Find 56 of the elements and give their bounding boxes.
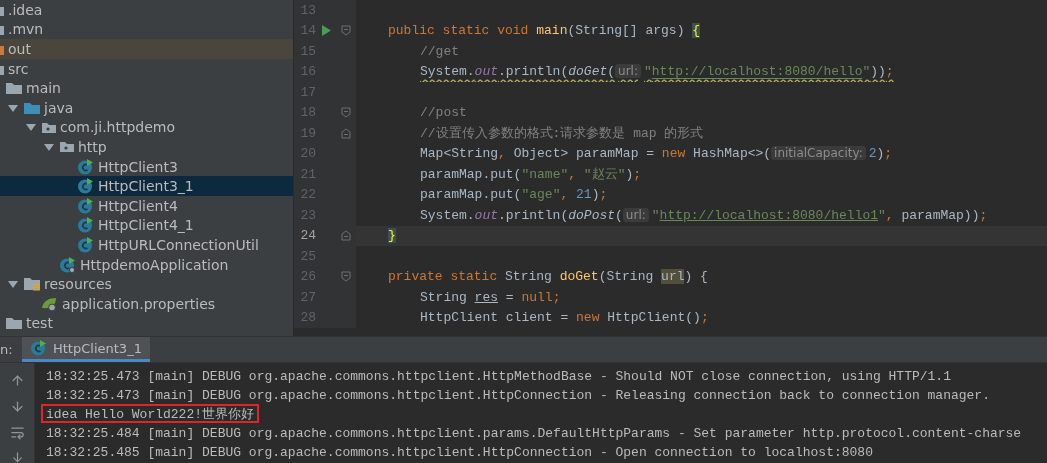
tree-item[interactable]: resources xyxy=(0,274,293,294)
class-icon xyxy=(77,217,95,234)
code-line: //post xyxy=(419,105,467,121)
package-icon xyxy=(59,140,75,154)
tree-item[interactable]: com.ji.httpdemo xyxy=(0,117,293,138)
folder-icon xyxy=(5,81,23,96)
tree-item[interactable]: HttpClient4 xyxy=(0,195,293,216)
console-line: 18:32:25.473 [main] DEBUG org.apache.commons.httpclient.HttpMethodBase - Should NOT close connection, using HTTP/1.1 xyxy=(45,368,952,385)
line-number: 24 xyxy=(299,228,316,244)
tree-item[interactable]: HttpdemoApplication xyxy=(0,254,293,275)
tree-item[interactable]: java xyxy=(0,97,293,118)
code-line: paramMap.put("name", "赵云"); xyxy=(419,166,642,184)
tree-item[interactable]: http xyxy=(0,137,293,157)
package-icon xyxy=(41,120,57,134)
code-line: private static String doGet(String url) { xyxy=(387,269,708,285)
class-icon xyxy=(77,236,95,253)
fold-icon[interactable] xyxy=(341,230,351,242)
code-line: String res = null; xyxy=(419,289,561,305)
tree-item[interactable]: out xyxy=(0,39,293,59)
class-icon xyxy=(77,178,95,195)
tree-item[interactable]: HttpClient4_1 xyxy=(0,215,293,236)
properties-icon xyxy=(41,295,59,312)
class-icon xyxy=(77,197,95,214)
tree-item[interactable]: .idea xyxy=(0,0,293,20)
class-icon xyxy=(30,340,48,356)
class-icon xyxy=(59,256,77,273)
console-line: 18:32:25.473 [main] DEBUG org.apache.commons.httpclient.HttpConnection - Releasing connection back to connection manager. xyxy=(45,387,991,404)
fold-icon[interactable] xyxy=(341,107,351,119)
folder-icon xyxy=(5,316,23,331)
code-line: //设置传入参数的格式:请求参数是 map 的形式 xyxy=(419,125,704,143)
code-line: System.out.println(doPost( url: "http://localhost:8080/hello1", paramMap)); xyxy=(419,207,988,223)
console-line: 18:32:25.485 [main] DEBUG org.apache.commons.httpclient.HttpConnection - Open connection to localhost:8080 xyxy=(45,444,874,461)
fold-icon[interactable] xyxy=(341,127,351,139)
code-line: System.out.println(doGet( url: "http://localhost:8080/hello")); xyxy=(419,64,894,80)
tree-item[interactable]: HttpURLConnectionUtil xyxy=(0,235,293,255)
code-line: //get xyxy=(419,43,459,59)
panel-label: n: xyxy=(0,342,14,357)
code-line: paramMap.put("age", 21); xyxy=(419,187,608,203)
class-icon xyxy=(77,158,95,175)
fold-icon[interactable] xyxy=(341,271,351,283)
tree-item[interactable]: src xyxy=(0,58,293,79)
code-line: public static void main(String[] args) { xyxy=(387,23,701,39)
tree-item[interactable]: .mvn xyxy=(0,19,293,40)
code-line: Map<String, Object> paramMap = new HashMap<>( initialCapacity: 2); xyxy=(419,146,893,162)
code-line: HttpClient client = new HttpClient(); xyxy=(419,310,709,326)
tree-item[interactable]: test xyxy=(0,313,293,334)
folder-icon xyxy=(23,100,41,115)
run-tab[interactable]: HttpClient3_1 xyxy=(22,337,150,362)
fold-icon[interactable] xyxy=(341,25,351,37)
folder-icon xyxy=(23,277,41,292)
tree-item[interactable]: application.properties xyxy=(0,293,293,314)
tree-item[interactable]: main xyxy=(0,78,293,98)
run-icon[interactable] xyxy=(321,25,331,37)
tree-item[interactable]: HttpClient3_1 xyxy=(0,176,293,196)
console-line: 18:32:25.484 [main] DEBUG org.apache.commons.httpclient.params.DefaultHttpParams - Set parameter http.protocol.content-charse xyxy=(45,425,1023,442)
tree-item[interactable]: HttpClient3 xyxy=(0,156,293,177)
